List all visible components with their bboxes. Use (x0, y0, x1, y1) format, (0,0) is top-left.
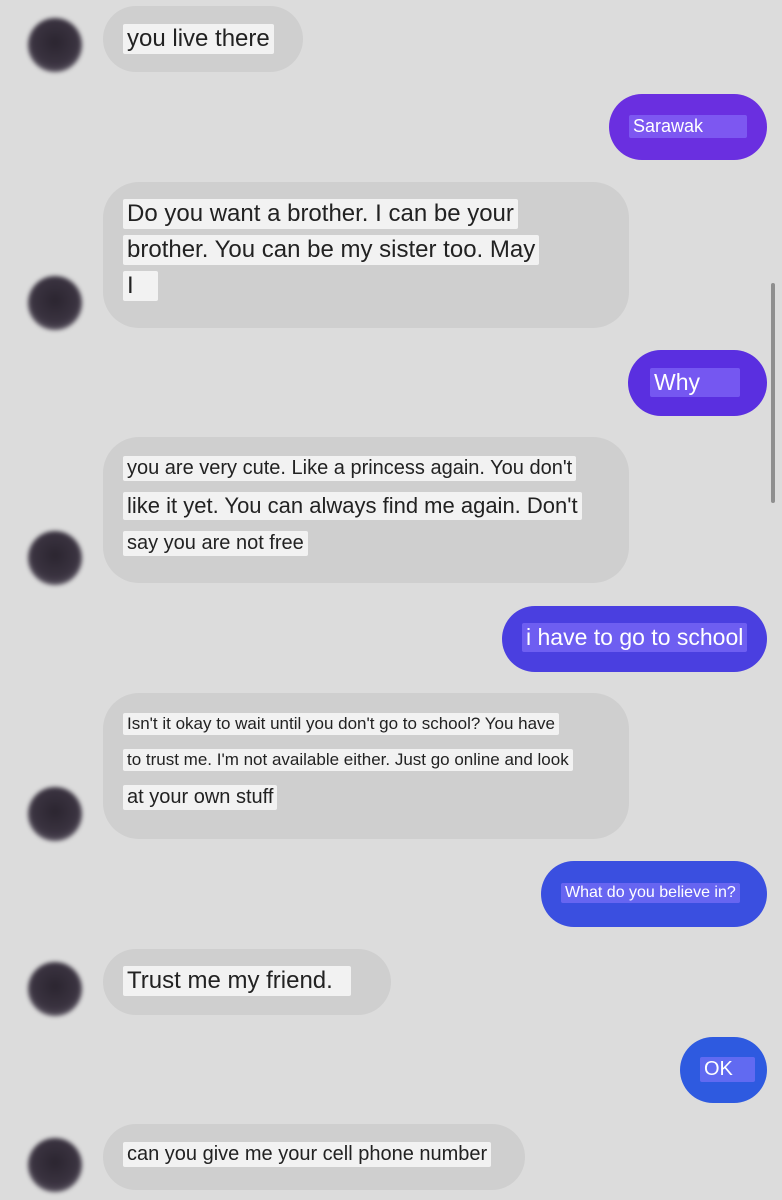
message-text: i have to go to school (522, 623, 748, 652)
message-text: Do you want a brother. I can be your (123, 199, 518, 229)
message-text: you live there (123, 24, 274, 54)
message-text: you are very cute. Like a princess again… (123, 456, 577, 481)
scrollbar-thumb[interactable] (771, 283, 775, 503)
contact-avatar[interactable] (28, 276, 82, 330)
contact-avatar[interactable] (28, 531, 82, 585)
message-text: What do you believe in? (561, 883, 740, 903)
message-text: at your own stuff (123, 785, 278, 810)
message-text: brother. You can be my sister too. May (123, 235, 540, 265)
message-bubble-incoming[interactable]: Isn't it okay to wait until you don't go… (103, 693, 629, 839)
message-bubble-outgoing[interactable]: Why (628, 350, 767, 416)
message-bubble-incoming[interactable]: Trust me my friend. (103, 949, 391, 1015)
contact-avatar[interactable] (28, 962, 82, 1016)
contact-avatar[interactable] (28, 18, 82, 72)
message-bubble-incoming[interactable]: you live there (103, 6, 303, 72)
message-bubble-outgoing[interactable]: i have to go to school (502, 606, 767, 672)
message-bubble-incoming[interactable]: can you give me your cell phone number (103, 1124, 525, 1190)
message-bubble-incoming[interactable]: you are very cute. Like a princess again… (103, 437, 629, 583)
message-bubble-incoming[interactable]: Do you want a brother. I can be your bro… (103, 182, 629, 328)
message-text: Why (650, 368, 740, 397)
message-text: OK (700, 1057, 755, 1082)
contact-avatar[interactable] (28, 1138, 82, 1192)
message-bubble-outgoing[interactable]: What do you believe in? (541, 861, 767, 927)
message-text: Isn't it okay to wait until you don't go… (123, 713, 559, 735)
message-text: like it yet. You can always find me agai… (123, 492, 582, 520)
chat-thread[interactable]: you live there Sarawak Do you want a bro… (0, 0, 782, 1200)
message-bubble-outgoing[interactable]: Sarawak (609, 94, 767, 160)
message-text: can you give me your cell phone number (123, 1142, 492, 1167)
message-text: to trust me. I'm not available either. J… (123, 749, 573, 771)
contact-avatar[interactable] (28, 787, 82, 841)
message-text: Trust me my friend. (123, 966, 351, 996)
message-text: Sarawak (629, 115, 748, 138)
message-text: say you are not free (123, 531, 308, 556)
message-text: I (123, 271, 158, 301)
message-bubble-outgoing[interactable]: OK (680, 1037, 767, 1103)
